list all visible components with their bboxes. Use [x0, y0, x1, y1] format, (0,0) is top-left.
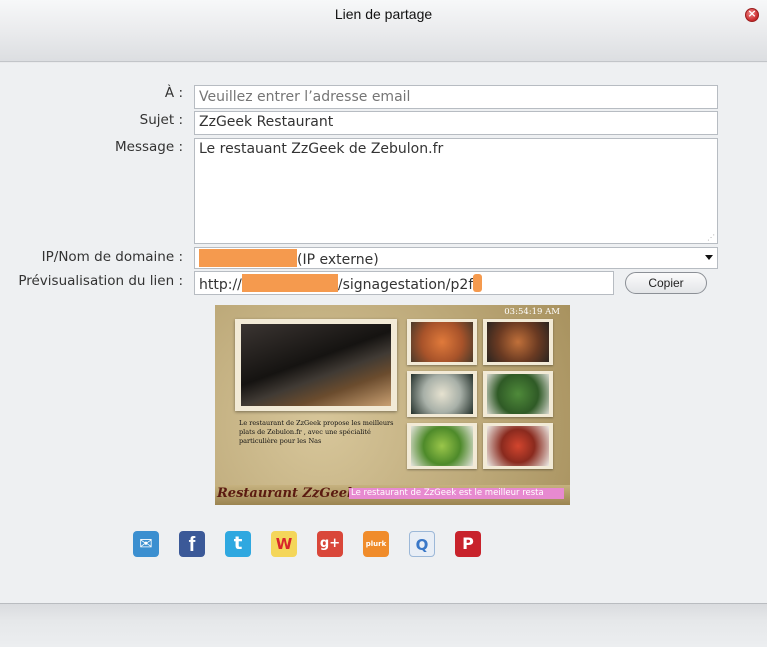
facebook-icon[interactable]: f [179, 531, 205, 557]
twitter-icon[interactable]: t [225, 531, 251, 557]
preview-ticker: Le restaurant de ZzGeek est le meilleur … [349, 488, 564, 499]
signage-preview: 03:54:19 AM Le restaurant de ZzGeek prop… [215, 305, 570, 505]
google-plus-icon[interactable]: g+ [317, 531, 343, 557]
preview-clock: 03:54:19 AM [504, 307, 560, 317]
preview-dish-photo [407, 423, 477, 469]
close-glyph: × [747, 7, 757, 20]
chevron-down-icon [705, 255, 713, 260]
link-preview-label: Prévisualisation du lien : [18, 273, 183, 289]
share-link-dialog: Lien de partage × À : Sujet : ZzGeek Res… [0, 0, 767, 647]
preview-footer: Restaurant ZzGeek Le restaurant de ZzGee… [215, 485, 570, 505]
preview-dish-photo [407, 371, 477, 417]
weibo-icon[interactable]: W [271, 531, 297, 557]
preview-restaurant-name: Restaurant ZzGeek [217, 486, 357, 501]
preview-dish-photo [483, 423, 553, 469]
message-label: Message : [114, 139, 183, 155]
to-label: À : [164, 85, 183, 101]
dialog-content: À : Sujet : ZzGeek Restaurant Message : … [0, 63, 767, 603]
link-suffix: /signagestation/p2f [337, 277, 474, 293]
dialog-title: Lien de partage [334, 6, 433, 22]
preview-dish-photo [483, 371, 553, 417]
message-text: Le restauant ZzGeek de Zebulon.fr [199, 141, 444, 157]
qzone-icon[interactable]: Q [409, 531, 435, 557]
redacted-id [473, 274, 483, 292]
resize-grip-icon[interactable]: ⋰ [707, 233, 715, 242]
email-to-input[interactable] [194, 85, 718, 109]
preview-main-photo [235, 319, 397, 411]
message-textarea[interactable]: Le restauant ZzGeek de Zebulon.fr ⋰ [194, 138, 718, 244]
preview-dish-photo [407, 319, 477, 365]
dialog-footer [0, 603, 767, 647]
preview-dish-photo [483, 319, 553, 365]
subject-input[interactable]: ZzGeek Restaurant [194, 111, 718, 135]
ip-domain-select[interactable]: (IP externe) [194, 247, 718, 269]
email-icon[interactable]: ✉ [133, 531, 159, 557]
preview-description: Le restaurant de ZzGeek propose les meil… [239, 419, 394, 445]
copy-button[interactable]: Copier [625, 272, 707, 294]
pinterest-icon[interactable]: P [455, 531, 481, 557]
ip-domain-suffix: (IP externe) [297, 252, 379, 268]
close-icon[interactable]: × [745, 7, 759, 22]
subject-label: Sujet : [139, 112, 183, 128]
plurk-icon[interactable]: plurk [363, 531, 389, 557]
ip-domain-label: IP/Nom de domaine : [41, 249, 183, 265]
link-preview-field[interactable]: http:// /signagestation/p2f [194, 271, 614, 295]
dialog-titlebar: Lien de partage × [0, 0, 767, 62]
redacted-ip [199, 249, 297, 267]
link-prefix: http:// [199, 277, 242, 293]
redacted-host [241, 274, 338, 292]
